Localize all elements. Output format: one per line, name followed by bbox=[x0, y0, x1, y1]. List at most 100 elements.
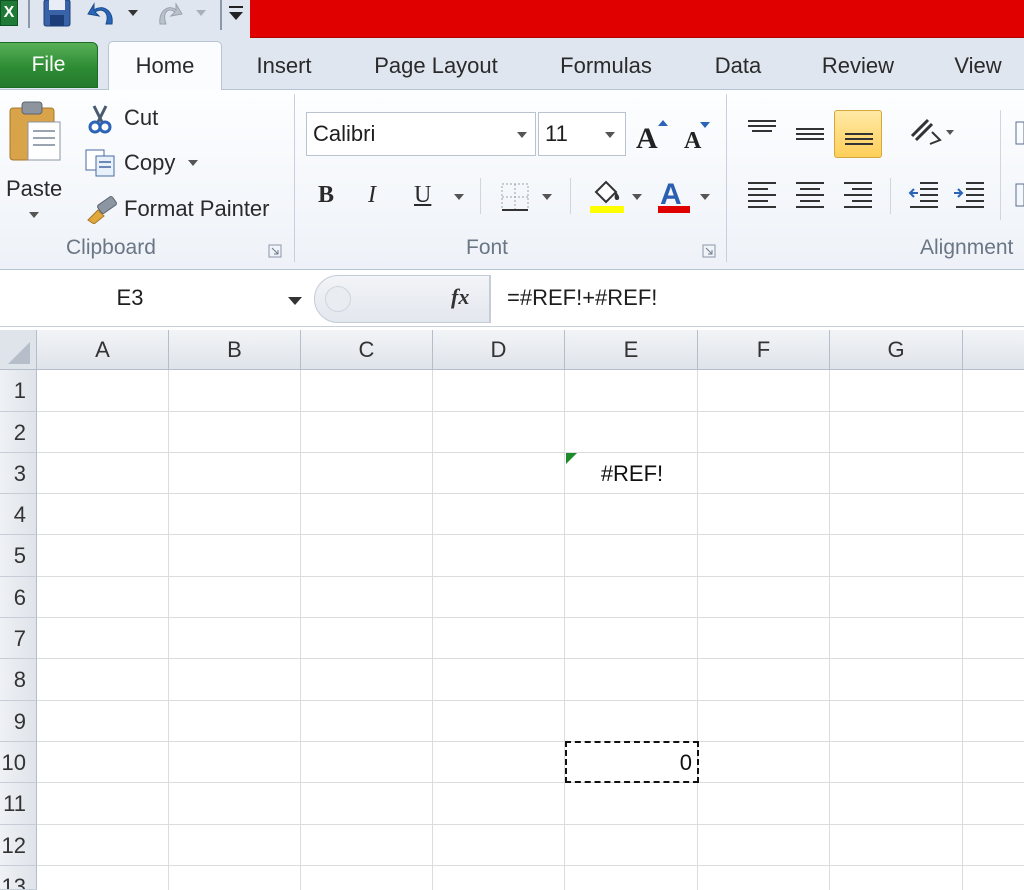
row-header-2[interactable]: 2 bbox=[0, 412, 37, 453]
svg-text:A: A bbox=[636, 122, 658, 152]
select-all-button[interactable] bbox=[0, 330, 37, 370]
insert-function-button[interactable]: fx bbox=[451, 284, 469, 310]
cell-e10[interactable]: 0 bbox=[566, 750, 692, 776]
column-header-a[interactable]: A bbox=[37, 330, 169, 370]
format-painter-brush-icon bbox=[87, 196, 117, 224]
resize-grip-icon[interactable] bbox=[325, 286, 351, 312]
italic-button[interactable]: I bbox=[368, 182, 376, 209]
paste-label: Paste bbox=[6, 176, 63, 201]
underline-button[interactable]: U bbox=[414, 182, 431, 209]
column-header-c[interactable]: C bbox=[301, 330, 433, 370]
name-box[interactable]: E3 bbox=[0, 277, 312, 321]
save-icon[interactable] bbox=[42, 0, 72, 28]
group-separator bbox=[294, 94, 295, 262]
row-header-6[interactable]: 6 bbox=[0, 577, 37, 618]
dialog-launcher-icon[interactable] bbox=[702, 244, 716, 258]
row-header-3[interactable]: 3 bbox=[0, 453, 37, 494]
row-header-11[interactable]: 11 bbox=[0, 783, 37, 825]
title-bar bbox=[250, 0, 1024, 38]
font-name-combobox[interactable]: Calibri bbox=[306, 112, 536, 156]
tab-insert[interactable]: Insert bbox=[236, 42, 332, 90]
worksheet-grid[interactable]: A B C D E F G 1 2 3 4 5 6 7 8 9 10 11 12… bbox=[0, 330, 1024, 890]
ribbon-home: Paste Cut Copy Format Painter Clipboard … bbox=[0, 90, 1024, 270]
redo-icon[interactable] bbox=[154, 0, 184, 30]
orientation-icon[interactable] bbox=[906, 114, 956, 150]
tab-page-layout[interactable]: Page Layout bbox=[356, 42, 516, 90]
row-header-9[interactable]: 9 bbox=[0, 701, 37, 742]
gridline bbox=[300, 370, 301, 890]
select-all-triangle-icon bbox=[8, 342, 30, 364]
tab-view[interactable]: View bbox=[936, 42, 1020, 90]
font-color-icon[interactable]: A bbox=[656, 176, 692, 214]
wrap-text-icon[interactable] bbox=[1012, 118, 1024, 148]
tab-review[interactable]: Review bbox=[806, 42, 910, 90]
column-header-h[interactable] bbox=[963, 330, 1024, 370]
gridline bbox=[697, 370, 698, 890]
align-bottom-button[interactable] bbox=[834, 110, 882, 158]
gridline bbox=[37, 493, 1024, 494]
customize-quick-access-icon[interactable] bbox=[226, 0, 246, 30]
shrink-font-icon[interactable]: A bbox=[680, 120, 712, 152]
align-right-icon[interactable] bbox=[840, 180, 876, 210]
increase-indent-icon[interactable] bbox=[952, 180, 988, 210]
tab-file[interactable]: File bbox=[0, 42, 98, 88]
column-header-b[interactable]: B bbox=[169, 330, 301, 370]
align-center-icon[interactable] bbox=[792, 180, 828, 210]
paste-dropdown-icon[interactable] bbox=[29, 212, 39, 218]
excel-logo-icon[interactable]: X bbox=[0, 0, 18, 26]
align-top-icon[interactable] bbox=[744, 116, 780, 146]
gridline bbox=[432, 370, 433, 890]
font-name-dropdown-icon[interactable] bbox=[517, 132, 527, 138]
tab-formulas[interactable]: Formulas bbox=[542, 42, 670, 90]
dialog-launcher-icon[interactable] bbox=[268, 244, 282, 258]
font-name-value: Calibri bbox=[313, 121, 376, 146]
undo-dropdown-icon[interactable] bbox=[126, 0, 140, 30]
row-header-12[interactable]: 12 bbox=[0, 825, 37, 866]
underline-dropdown-icon[interactable] bbox=[454, 194, 464, 200]
row-header-4[interactable]: 4 bbox=[0, 494, 37, 535]
row-header-13[interactable]: 13 bbox=[0, 866, 37, 890]
formula-bar-controls: fx bbox=[314, 275, 490, 323]
borders-icon[interactable] bbox=[500, 182, 530, 212]
redo-dropdown-icon[interactable] bbox=[194, 0, 208, 30]
borders-dropdown-icon[interactable] bbox=[542, 194, 552, 200]
ribbon-tabs: File Home Insert Page Layout Formulas Da… bbox=[0, 40, 1024, 91]
gridline bbox=[37, 658, 1024, 659]
gridline bbox=[37, 576, 1024, 577]
gridline bbox=[37, 782, 1024, 783]
align-middle-icon[interactable] bbox=[792, 120, 828, 150]
button-separator bbox=[570, 178, 571, 214]
merge-center-icon[interactable] bbox=[1012, 180, 1024, 210]
tab-data[interactable]: Data bbox=[696, 42, 780, 90]
formula-input[interactable]: =#REF!+#REF! bbox=[490, 275, 1024, 323]
column-header-d[interactable]: D bbox=[433, 330, 565, 370]
name-box-dropdown-icon[interactable] bbox=[288, 297, 302, 305]
fill-color-dropdown-icon[interactable] bbox=[632, 194, 642, 200]
row-header-1[interactable]: 1 bbox=[0, 370, 37, 412]
name-box-value: E3 bbox=[116, 285, 144, 310]
row-header-8[interactable]: 8 bbox=[0, 659, 37, 701]
bold-button[interactable]: B bbox=[318, 182, 334, 209]
column-header-e[interactable]: E bbox=[565, 330, 698, 370]
gridline bbox=[37, 824, 1024, 825]
decrease-indent-icon[interactable] bbox=[906, 180, 942, 210]
fill-color-icon[interactable] bbox=[588, 176, 626, 214]
row-header-5[interactable]: 5 bbox=[0, 535, 37, 577]
font-color-dropdown-icon[interactable] bbox=[700, 194, 710, 200]
tab-home[interactable]: Home bbox=[108, 41, 222, 91]
gridline bbox=[829, 370, 830, 890]
copy-dropdown-icon[interactable] bbox=[188, 160, 198, 166]
cell-e3[interactable]: #REF! bbox=[566, 461, 698, 487]
row-header-10[interactable]: 10 bbox=[0, 742, 37, 783]
font-size-dropdown-icon[interactable] bbox=[605, 132, 615, 138]
gridline bbox=[37, 452, 1024, 453]
grow-font-icon[interactable]: A bbox=[634, 118, 670, 152]
row-header-7[interactable]: 7 bbox=[0, 618, 37, 659]
toolbar-separator bbox=[220, 0, 222, 30]
column-header-f[interactable]: F bbox=[698, 330, 830, 370]
align-left-icon[interactable] bbox=[744, 180, 780, 210]
font-size-combobox[interactable]: 11 bbox=[538, 112, 626, 156]
undo-icon[interactable] bbox=[86, 0, 120, 30]
column-header-g[interactable]: G bbox=[830, 330, 963, 370]
button-separator bbox=[890, 178, 891, 214]
